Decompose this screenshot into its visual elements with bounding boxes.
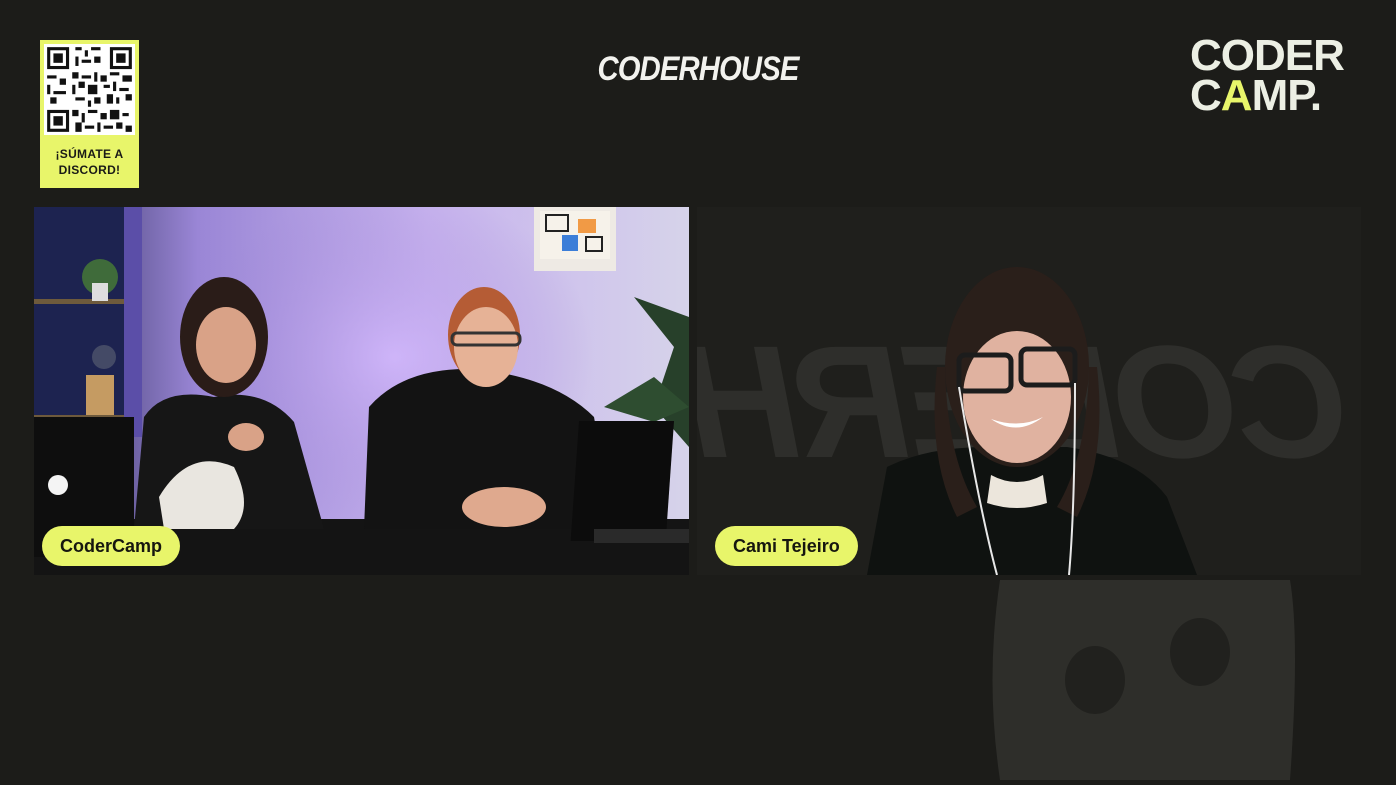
codercamp-logo-line1: CODER (1190, 31, 1345, 80)
coderhouse-logo: CODERHOUSE (597, 50, 800, 88)
discord-cta-label: ¡SÚMATE A DISCORD! (55, 147, 124, 177)
participant-name-cami-tejeiro: Cami Tejeiro (715, 526, 858, 566)
codercamp-logo: CODER CAMP. (1190, 31, 1370, 120)
video-tile-studio (34, 207, 689, 575)
participant-name-codercamp: CoderCamp (42, 526, 181, 566)
codercamp-logo-line2: CAMP. (1190, 71, 1322, 120)
discord-icon (980, 580, 1310, 780)
qr-code-icon (44, 44, 135, 135)
discord-qr-card[interactable]: ¡SÚMATE A DISCORD! (40, 40, 139, 188)
video-tile-cami: CODERHOUSE (697, 207, 1361, 575)
